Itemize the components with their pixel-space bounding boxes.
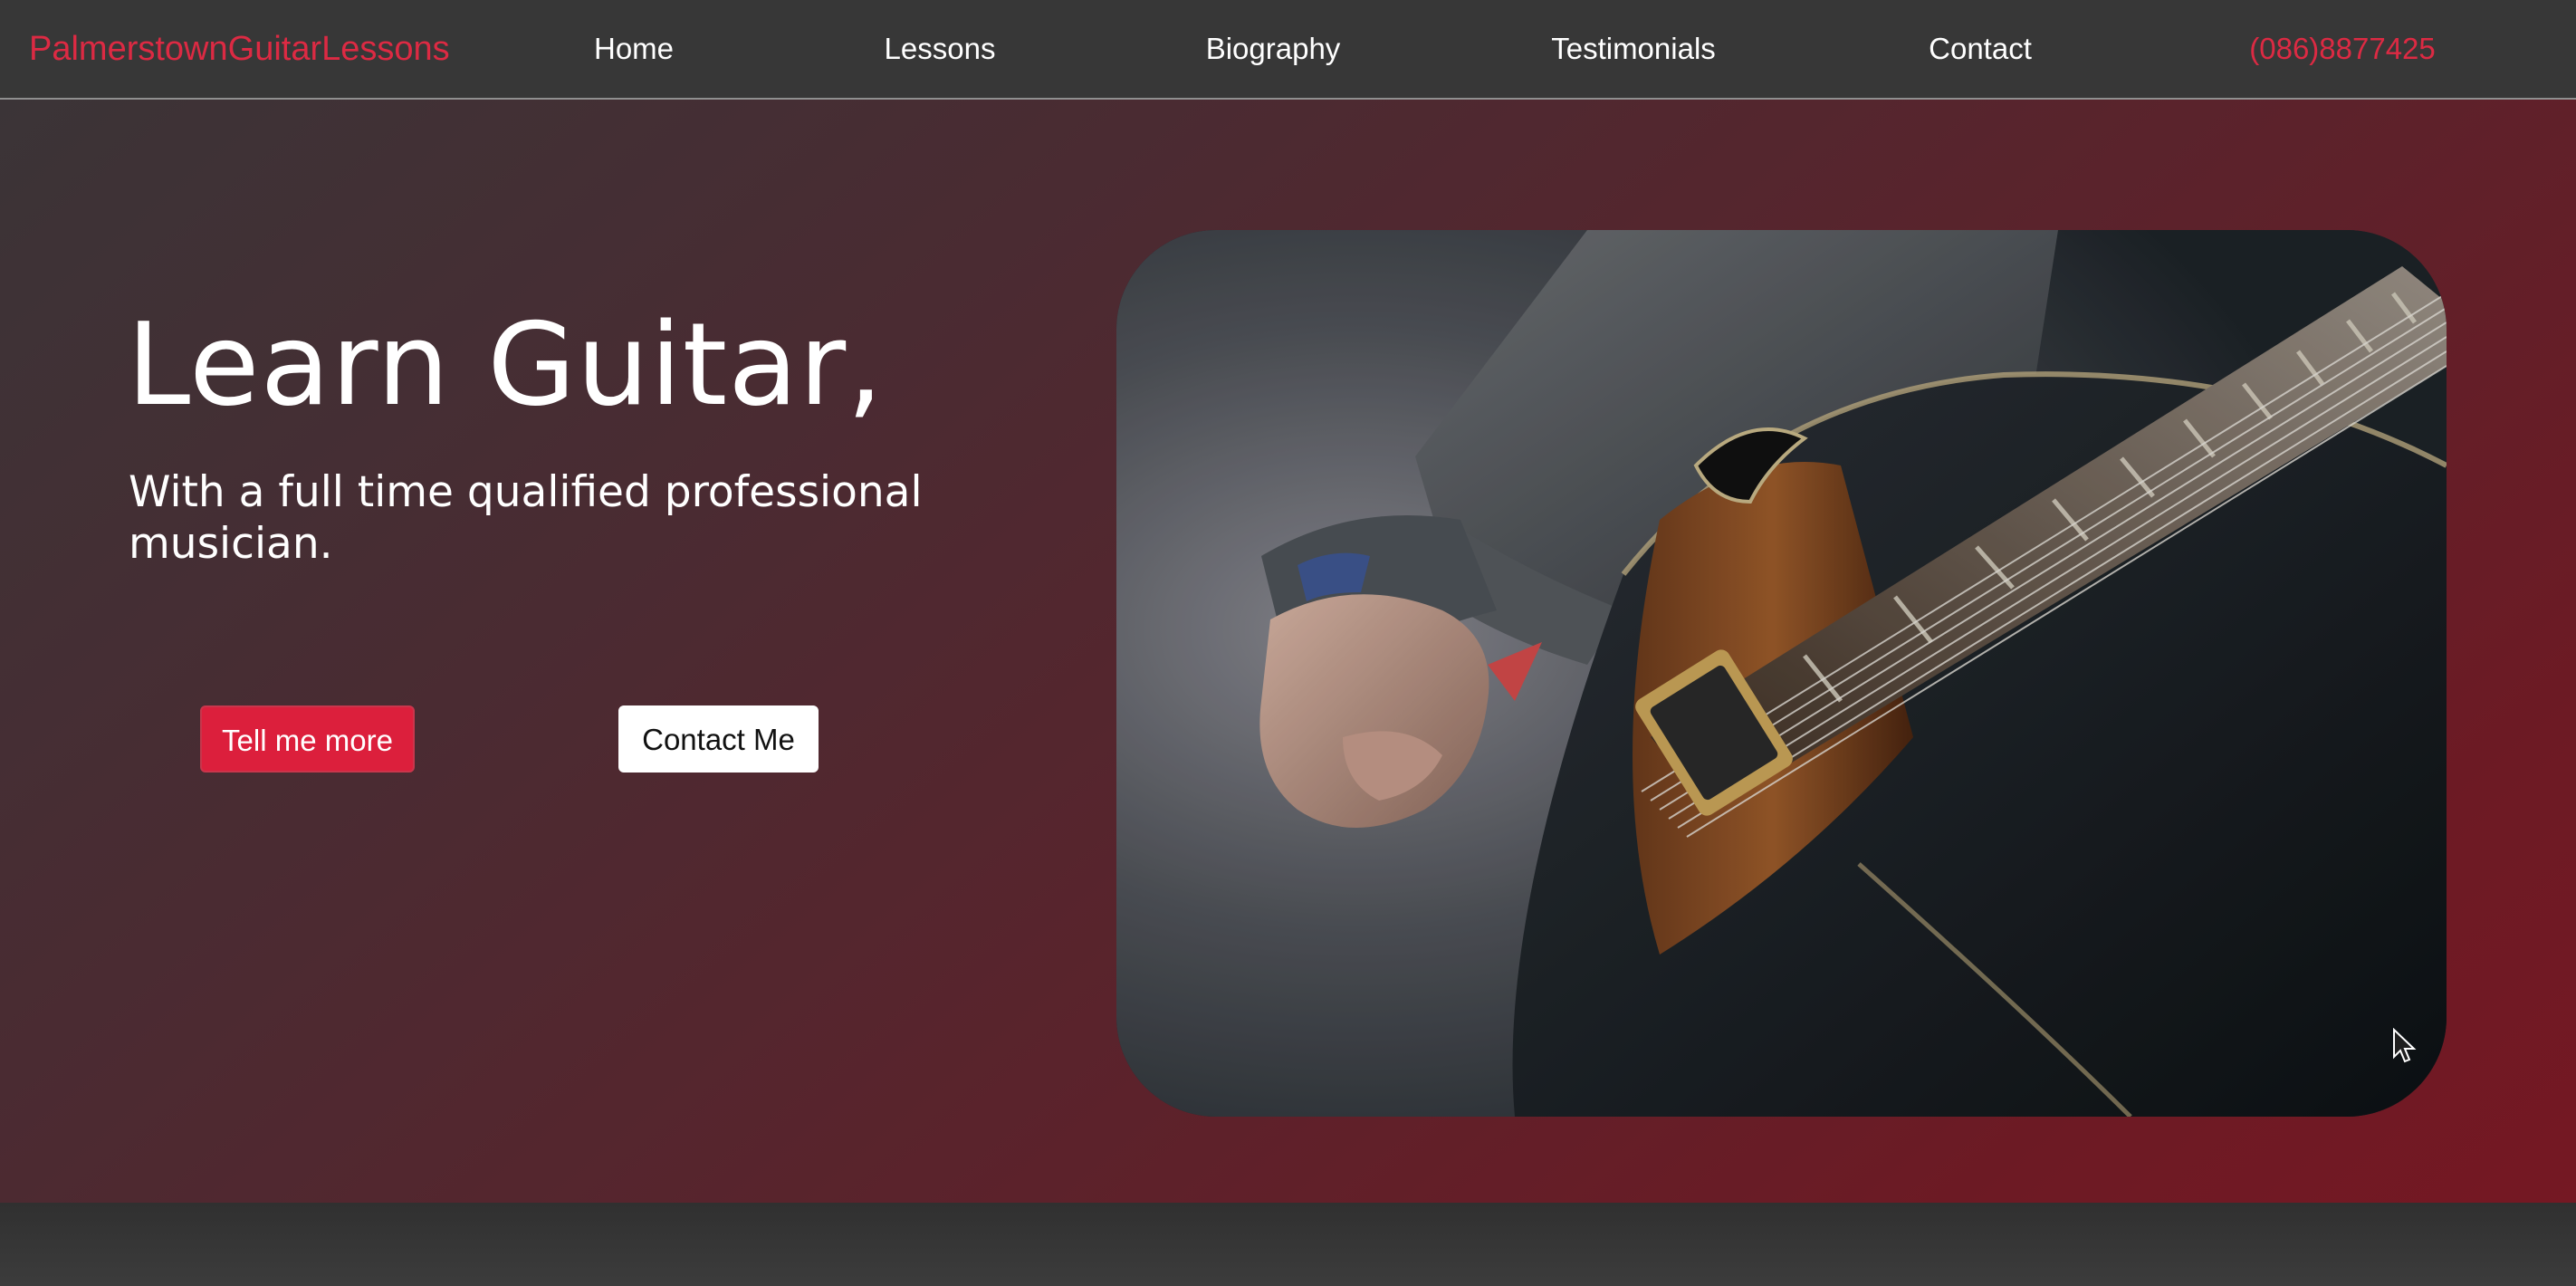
page: PalmerstownGuitarLessons Home Lessons Bi… <box>0 0 2576 1286</box>
guitarist-photo <box>1116 230 2447 1117</box>
nav-link-testimonials[interactable]: Testimonials <box>1551 0 1716 98</box>
nav-link-biography[interactable]: Biography <box>1206 0 1341 98</box>
hero-subtitle: With a full time qualified professional … <box>129 467 923 569</box>
hero-image <box>1116 230 2447 1117</box>
arrow-cursor-icon <box>2393 1028 2417 1063</box>
hero-section: Learn Guitar, With a full time qualified… <box>0 100 2576 1203</box>
tell-me-more-button[interactable]: Tell me more <box>200 705 415 773</box>
footer-strip <box>0 1203 2576 1286</box>
brand-logo-link[interactable]: PalmerstownGuitarLessons <box>29 0 450 98</box>
navbar: PalmerstownGuitarLessons Home Lessons Bi… <box>0 0 2576 100</box>
nav-link-contact[interactable]: Contact <box>1929 0 2032 98</box>
nav-link-home[interactable]: Home <box>594 0 674 98</box>
phone-number-link[interactable]: (086)8877425 <box>2249 0 2436 98</box>
hero-title: Learn Guitar, <box>127 298 885 431</box>
nav-link-lessons[interactable]: Lessons <box>885 0 996 98</box>
contact-me-button[interactable]: Contact Me <box>618 705 819 773</box>
